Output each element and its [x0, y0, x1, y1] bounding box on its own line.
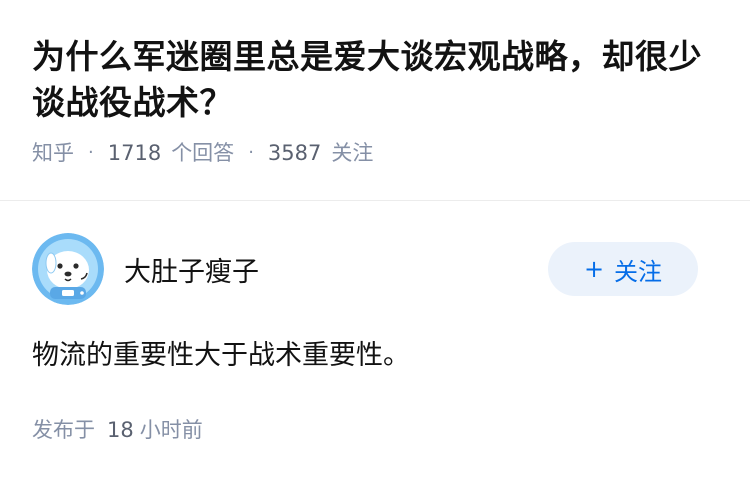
answer-count: 1718 [107, 141, 162, 165]
published-unit: 小时前 [139, 418, 203, 442]
avatar-graphic [32, 233, 104, 305]
meta-separator: · [248, 142, 254, 163]
answer-count-label: 个回答 [171, 141, 235, 165]
plus-icon: + [583, 255, 605, 283]
question-header: 为什么军迷圈里总是爱大谈宏观战略，却很少谈战役战术？ 知乎 · 1718 个回答… [0, 0, 750, 166]
answer-timestamp: 发布于 18 小时前 [32, 414, 718, 444]
question-title[interactable]: 为什么军迷圈里总是爱大谈宏观战略，却很少谈战役战术？ [32, 34, 718, 126]
meta-separator: · [88, 142, 94, 163]
dog-astronaut-avatar-icon[interactable] [32, 233, 104, 305]
author-row: 大肚子瘦子 + 关注 [32, 232, 718, 306]
answer-card: 大肚子瘦子 + 关注 物流的重要性大于战术重要性。 发布于 18 小时前 [32, 232, 718, 444]
author-name[interactable]: 大肚子瘦子 [124, 250, 259, 289]
follow-button[interactable]: + 关注 [548, 242, 698, 296]
published-label: 发布于 [32, 418, 95, 442]
follower-count: 3587 [267, 141, 322, 165]
question-meta: 知乎 · 1718 个回答 · 3587 关注 [32, 138, 718, 168]
answer-content[interactable]: 物流的重要性大于战术重要性。 [32, 336, 718, 376]
follow-button-label: 关注 [614, 257, 663, 286]
source-label[interactable]: 知乎 [32, 138, 74, 168]
published-value: 18 [107, 418, 134, 442]
follower-count-label: 关注 [331, 141, 374, 165]
section-divider [0, 200, 750, 201]
